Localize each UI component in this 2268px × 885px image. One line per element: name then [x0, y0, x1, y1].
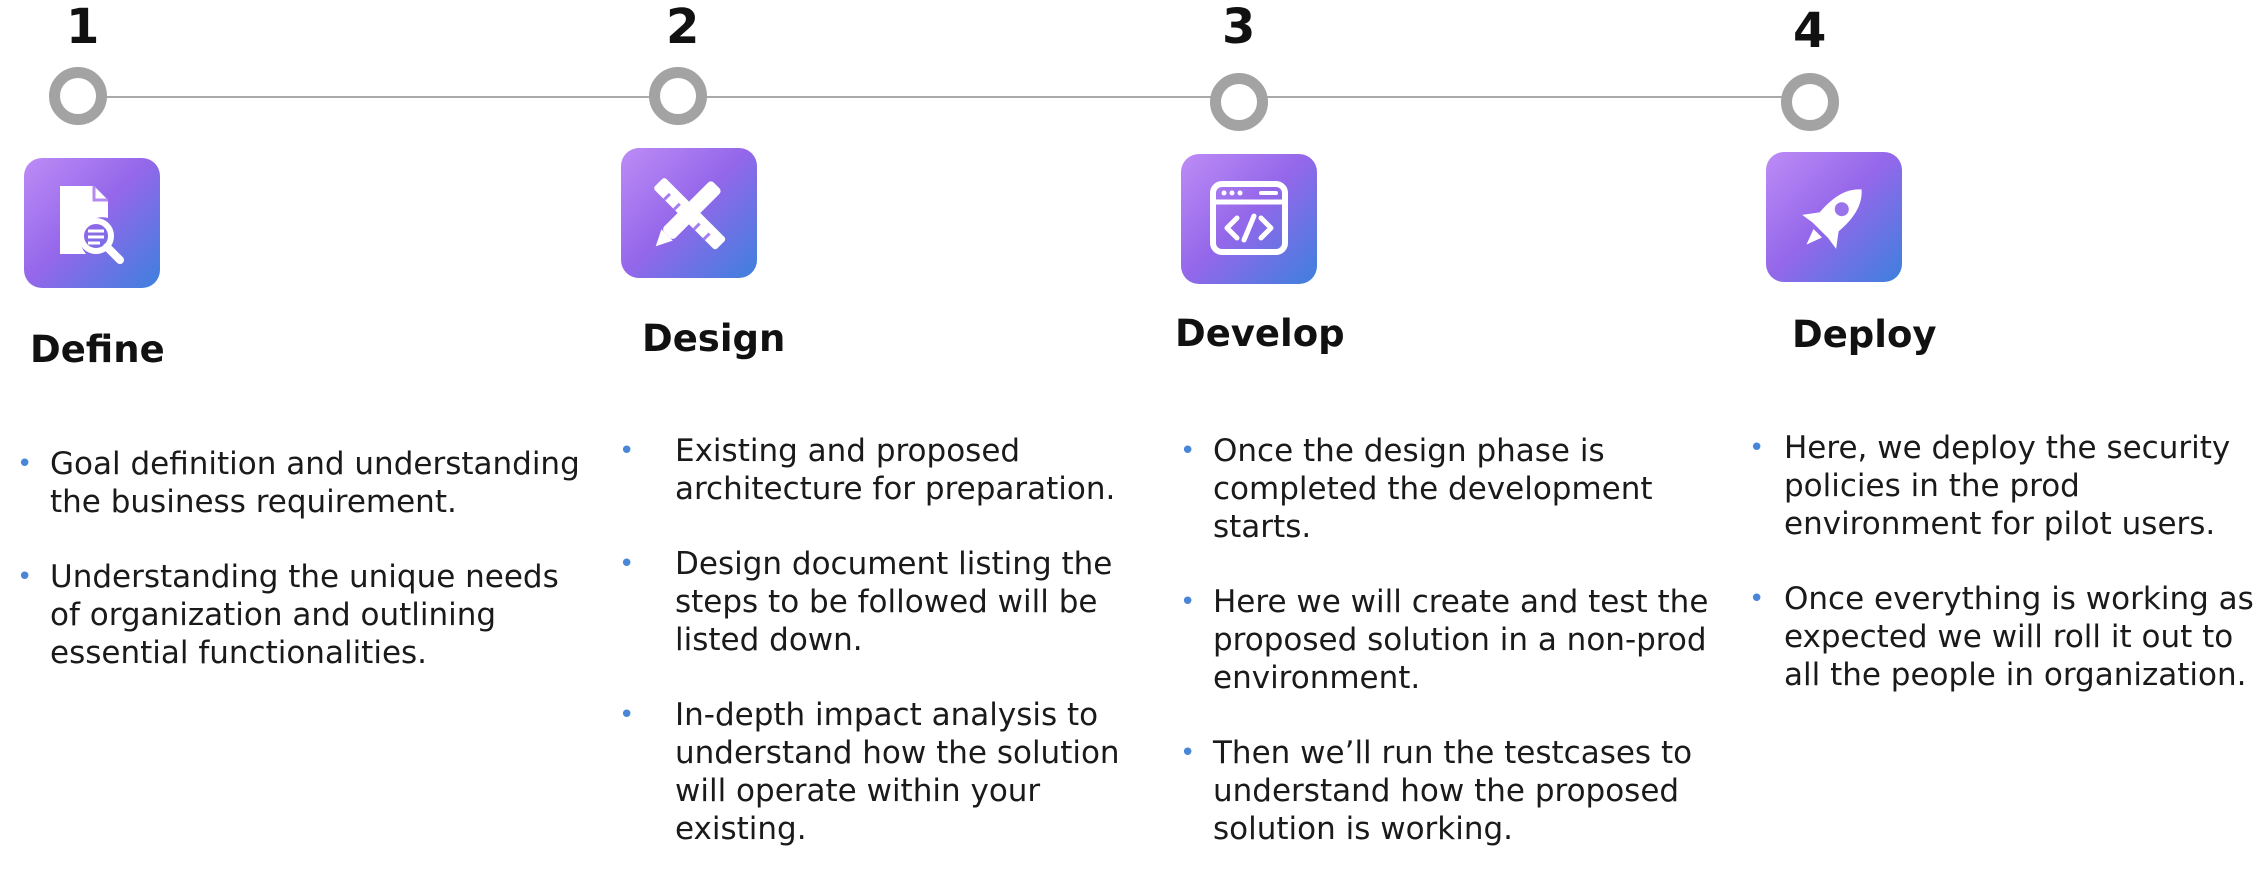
step-2-bullet: Design document listing the steps to be … — [619, 545, 1139, 659]
step-4-bullet: Once everything is working as expected w… — [1749, 580, 2264, 694]
step-3-bullet-list: Once the design phase is completed the d… — [1180, 432, 1735, 885]
step-4-icon-tile — [1766, 152, 1902, 282]
step-3-number: 3 — [1222, 0, 1256, 55]
step-2-bullet: In-depth impact analysis to understand h… — [619, 696, 1139, 848]
step-4-number: 4 — [1793, 3, 1827, 59]
step-4-bullet-list: Here, we deploy the security policies in… — [1749, 429, 2264, 731]
step-4-node — [1781, 73, 1839, 131]
code-window-icon — [1210, 181, 1288, 255]
step-1-icon-tile — [24, 158, 160, 288]
step-3-bullet: Here we will create and test the propose… — [1180, 583, 1735, 697]
step-2-bullet: Existing and proposed architecture for p… — [619, 432, 1139, 508]
step-4-title: Deploy — [1792, 313, 1937, 356]
pencil-ruler-icon — [654, 178, 726, 250]
step-1-bullet: Understanding the unique needs of organi… — [17, 558, 592, 672]
step-1-title: Define — [30, 328, 165, 371]
step-2-title: Design — [642, 317, 786, 360]
step-1-number: 1 — [66, 0, 100, 55]
step-3-title: Develop — [1175, 312, 1345, 355]
step-3-bullet: Then we’ll run the testcases to understa… — [1180, 734, 1735, 848]
timeline-line — [78, 96, 1810, 98]
step-2-icon-tile — [621, 148, 757, 278]
step-3-icon-tile — [1181, 154, 1317, 284]
step-3-node — [1210, 73, 1268, 131]
step-2-number: 2 — [666, 0, 700, 55]
step-1-bullet-list: Goal definition and understanding the bu… — [17, 445, 592, 709]
step-1-node — [49, 67, 107, 125]
document-search-icon — [60, 186, 124, 264]
step-2-bullet-list: Existing and proposed architecture for p… — [619, 432, 1139, 885]
step-4-bullet: Here, we deploy the security policies in… — [1749, 429, 2264, 543]
step-1-bullet: Goal definition and understanding the bu… — [17, 445, 592, 521]
step-3-bullet: Once the design phase is completed the d… — [1180, 432, 1735, 546]
step-2-node — [649, 67, 707, 125]
rocket-icon — [1802, 189, 1862, 249]
